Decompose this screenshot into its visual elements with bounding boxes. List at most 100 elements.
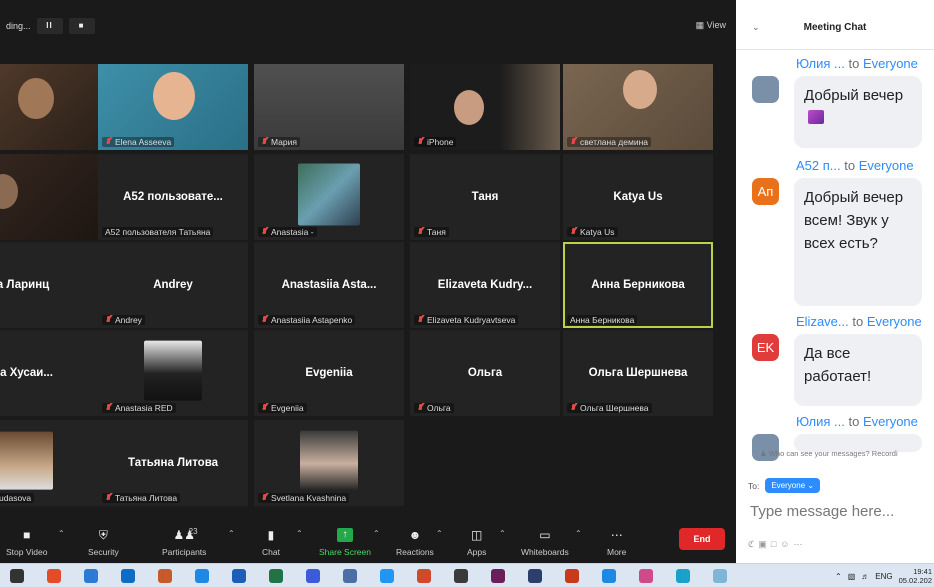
share-arrow-icon: ↑ (336, 528, 353, 542)
word-icon[interactable] (232, 569, 246, 583)
outlook-icon[interactable] (121, 569, 135, 583)
participant-display-name: Ольга Шершнева (588, 367, 688, 379)
language-indicator[interactable]: ENG (875, 572, 892, 581)
participant-tile[interactable]: Andrey Andrey (98, 242, 248, 328)
whiteboards-button[interactable]: ▭ Whiteboards (521, 528, 569, 557)
search-app-icon[interactable] (158, 569, 172, 583)
reactions-button[interactable]: ☻ Reactions (396, 528, 434, 557)
zoom-app-icon[interactable] (306, 569, 320, 583)
participant-tile[interactable]: Anastasia RED (98, 330, 248, 416)
participants-button[interactable]: ♟♟ 23 Participants (162, 527, 206, 557)
illustrator-icon[interactable] (565, 569, 579, 583)
participant-name-label: Ольга (414, 403, 454, 413)
message-header: Юлия ... to Everyone (796, 56, 918, 71)
security-button[interactable]: ⛨ Security (88, 528, 119, 557)
participant-tile[interactable]: Anastasia - (254, 154, 404, 240)
network-icon[interactable]: ▧ (848, 572, 856, 581)
participant-tile[interactable]: Анна Берникова Анна Берникова (563, 242, 713, 328)
participant-tile[interactable]: Мария (254, 64, 404, 150)
participant-tile[interactable]: Elena Asseeva (98, 64, 248, 150)
stop-recording-button[interactable]: ■ (68, 18, 95, 34)
muted-mic-icon (105, 137, 112, 147)
participant-tile[interactable]: Svetlana Kvashnina (254, 420, 404, 506)
participant-name-label: Svetlana Kvashnina (258, 493, 350, 503)
participant-tile[interactable]: а Ларинцринц (0, 242, 98, 328)
sender-avatar: Ап (752, 178, 779, 205)
participant-tile[interactable]: Elizaveta Kudry... Elizaveta Kudryavtseva (410, 242, 560, 328)
calculator-icon[interactable] (343, 569, 357, 583)
participant-tile[interactable]: A52 пользовате... A52 пользователя Татьян… (98, 154, 248, 240)
vscode-icon[interactable] (602, 569, 616, 583)
whiteboards-options-caret[interactable]: ⌃ (575, 529, 582, 538)
participant-tile[interactable]: арова (0, 154, 98, 240)
skype-icon[interactable] (380, 569, 394, 583)
pause-recording-button[interactable]: II (36, 18, 63, 34)
files-icon[interactable] (84, 569, 98, 583)
participant-tile[interactable]: Evgeniia Evgeniia (254, 330, 404, 416)
participant-display-name: Andrey (153, 279, 193, 291)
excel-icon[interactable] (269, 569, 283, 583)
photoshop-icon[interactable] (528, 569, 542, 583)
participant-tile[interactable]: Anastasiia Asta... Anastasiia Astapenko (254, 242, 404, 328)
participant-tile[interactable]: iPhone (410, 64, 560, 150)
muted-mic-icon (261, 137, 268, 147)
system-tray: ⌃ ▧ ♬ ENG 19:41 05.02.202 (835, 566, 934, 586)
emoji-icon[interactable]: ☺ (780, 539, 793, 549)
apps-icon: ◫ (471, 528, 483, 542)
participant-tile[interactable]: ра Хусаи...Хусаинова (0, 330, 98, 416)
participant-tile[interactable]: Татьяна Литова Татьяна Литова (98, 420, 248, 506)
sender-name[interactable]: A52 п... (796, 158, 844, 173)
video-options-caret[interactable]: ⌃ (58, 529, 65, 538)
indesign-icon[interactable] (491, 569, 505, 583)
share-screen-button[interactable]: ↑ Share Screen (319, 528, 371, 557)
participant-name-label: Elizaveta Kudryavtseva (414, 315, 519, 325)
muted-mic-icon (261, 227, 268, 237)
window-icon[interactable] (713, 569, 727, 583)
edge-icon[interactable] (195, 569, 209, 583)
more-icon[interactable]: ⋯ (793, 539, 806, 549)
participant-tile[interactable]: Таня Таня (410, 154, 560, 240)
chrome-icon[interactable] (47, 569, 61, 583)
office-icon[interactable] (417, 569, 431, 583)
sender-name[interactable]: Юлия ... (796, 414, 849, 429)
share-options-caret[interactable]: ⌃ (373, 529, 380, 538)
screenshot-icon[interactable]: ▣ (758, 539, 771, 549)
recipient-label: to Everyone (844, 158, 914, 173)
view-button[interactable]: ▦ View (696, 20, 726, 31)
apps-button[interactable]: ◫ Apps (467, 528, 486, 557)
participant-tile[interactable]: светлана демина (563, 64, 713, 150)
chat-input[interactable]: Type message here... (750, 503, 894, 520)
participant-display-name: Elizaveta Kudry... (437, 279, 533, 291)
participant-name: Таня (427, 227, 446, 237)
participant-tile[interactable]: Ольга Ольга (410, 330, 560, 416)
recipient-dropdown[interactable]: Everyone ⌄ (765, 478, 821, 493)
end-meeting-button[interactable]: End (679, 528, 725, 550)
muted-mic-icon (417, 227, 424, 237)
participants-options-caret[interactable]: ⌃ (228, 529, 235, 538)
sender-name[interactable]: Elizave... (796, 314, 852, 329)
chevron-up-icon[interactable]: ⌃ (835, 572, 842, 581)
volume-icon[interactable]: ♬ (861, 572, 869, 581)
chat-options-caret[interactable]: ⌃ (296, 529, 303, 538)
apps-options-caret[interactable]: ⌃ (499, 529, 506, 538)
bridge-icon[interactable] (454, 569, 468, 583)
chat-button[interactable]: ▮ Chat (262, 528, 280, 557)
reactions-options-caret[interactable]: ⌃ (436, 529, 443, 538)
participant-tile[interactable]: Katya Us Katya Us (563, 154, 713, 240)
teams-icon[interactable] (639, 569, 653, 583)
file-icon[interactable]: □ (771, 539, 780, 549)
taskview-icon[interactable] (10, 569, 24, 583)
recording-indicator: ding... II ■ (6, 14, 95, 38)
muted-mic-icon (105, 403, 112, 413)
sender-name[interactable]: Юлия ... (796, 56, 849, 71)
who-can-see-notice[interactable]: ♟ Who can see your messages? Recordi (760, 449, 898, 458)
participant-tile[interactable]: паоло (0, 64, 98, 150)
more-button[interactable]: ⋯ More (607, 528, 626, 557)
participant-name-label: Evgeniia (258, 403, 307, 413)
stop-video-button[interactable]: ■ Stop Video (6, 528, 47, 557)
clock[interactable]: 19:41 05.02.202 (899, 567, 932, 585)
participant-tile[interactable]: Ksenia Kudasova (0, 420, 98, 506)
browser-icon[interactable] (676, 569, 690, 583)
participant-tile[interactable]: Ольга Шершнева Ольга Шершнева (563, 330, 713, 416)
format-icon[interactable]: ℭ (748, 539, 758, 549)
